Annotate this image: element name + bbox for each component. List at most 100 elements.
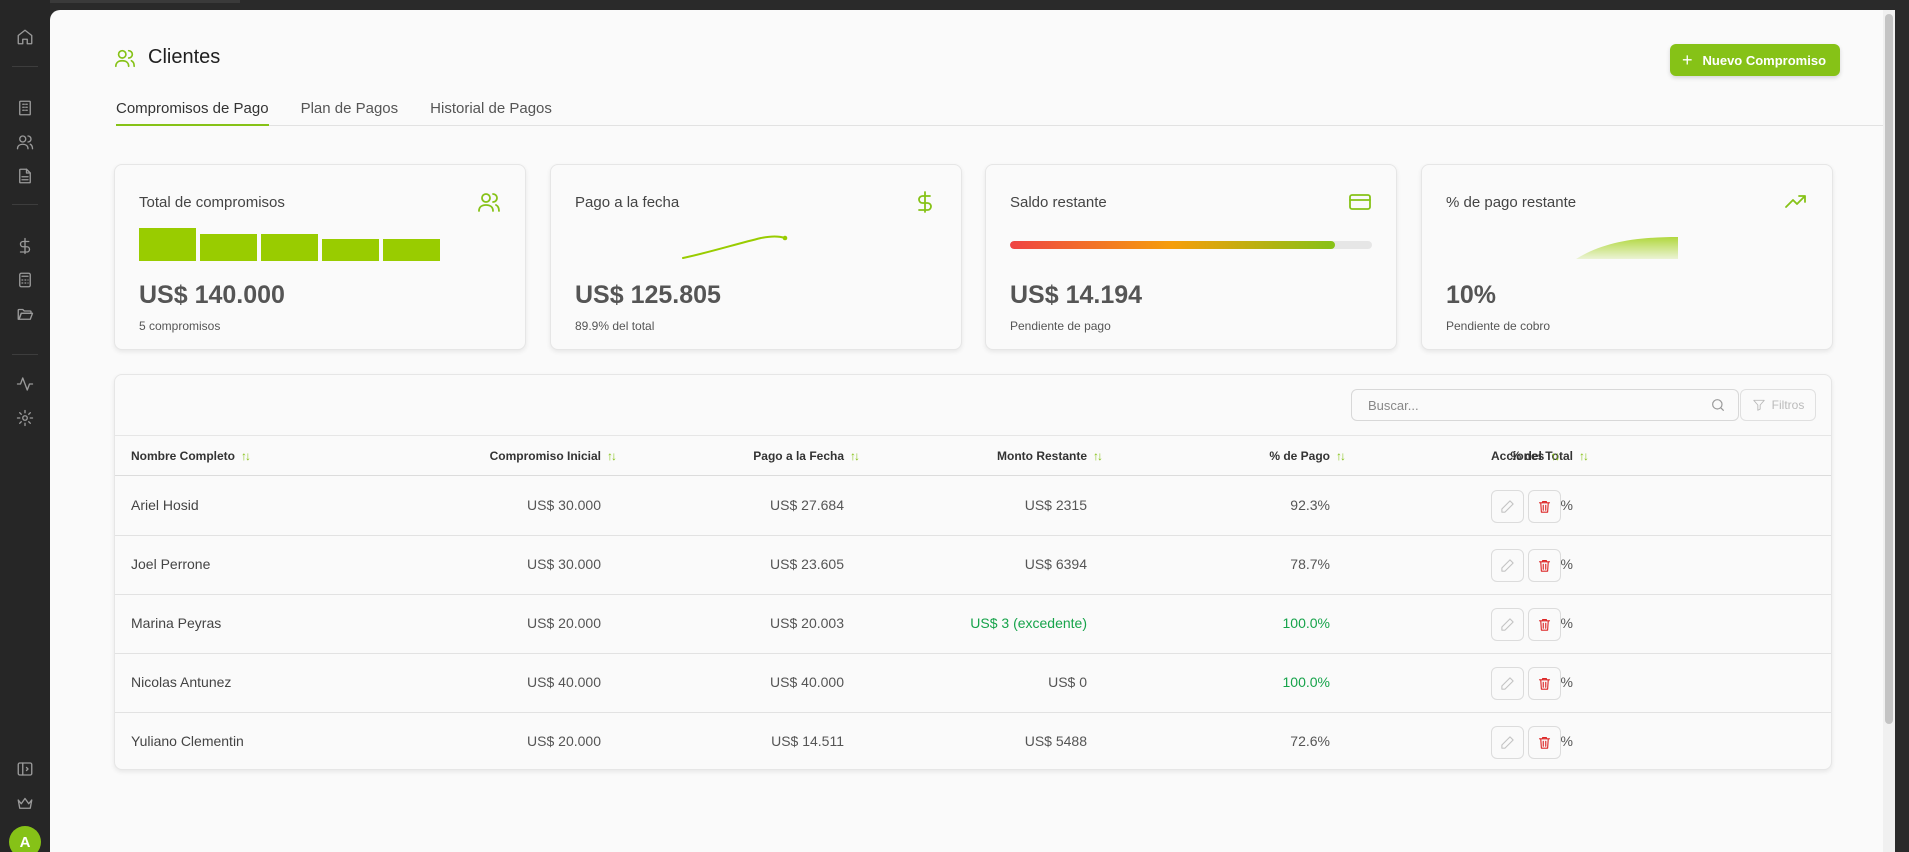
pencil-icon — [1501, 500, 1514, 513]
card-remaining-percent: % de pago restante 10% Pendiente de cobr… — [1421, 164, 1833, 350]
cell-name: Joel Perrone — [131, 556, 211, 572]
cell-pct-paid: 78.7% — [1290, 556, 1330, 572]
sparkline — [682, 235, 788, 259]
sort-icon: ↑↓ — [1579, 449, 1589, 463]
main-panel: Clientes + Nuevo Compromiso Compromisos … — [50, 10, 1895, 852]
new-commitment-label: Nuevo Compromiso — [1702, 52, 1827, 68]
column-header-paid[interactable]: Pago a la Fecha ↑↓ — [753, 449, 860, 463]
scrollbar-thumb[interactable] — [1885, 14, 1893, 724]
column-header-actions[interactable]: Acciones ↑↓ — [1491, 449, 1560, 463]
cell-name: Ariel Hosid — [131, 497, 199, 513]
plus-icon: + — [1682, 50, 1693, 70]
card-paid-to-date: Pago a la fecha US$ 125.805 89.9% del to… — [550, 164, 962, 350]
edit-button[interactable] — [1491, 726, 1524, 759]
trash-icon — [1538, 618, 1551, 631]
pencil-icon — [1501, 559, 1514, 572]
cell-initial: US$ 20.000 — [527, 733, 601, 749]
card-remaining-balance: Saldo restante US$ 14.194 Pendiente de p… — [985, 164, 1397, 350]
card-value: US$ 125.805 — [575, 281, 721, 309]
delete-button[interactable] — [1528, 726, 1561, 759]
users-icon — [477, 190, 501, 214]
cell-paid: US$ 14.511 — [771, 733, 844, 749]
column-header-remaining[interactable]: Monto Restante ↑↓ — [997, 449, 1103, 463]
trash-icon — [1538, 736, 1551, 749]
cell-paid: US$ 40.000 — [770, 674, 844, 690]
trash-icon — [1538, 559, 1551, 572]
card-title: Pago a la fecha — [575, 194, 680, 211]
cell-pct-paid: 92.3% — [1290, 497, 1330, 513]
cell-remaining: US$ 0 — [1048, 674, 1087, 690]
home-icon[interactable] — [13, 25, 37, 49]
users-icon[interactable] — [13, 130, 37, 154]
search-icon — [1712, 399, 1724, 411]
cell-pct-paid: 100.0% — [1282, 674, 1330, 690]
trash-icon — [1538, 500, 1551, 513]
edit-button[interactable] — [1491, 490, 1524, 523]
filter-icon — [1752, 399, 1765, 411]
delete-button[interactable] — [1528, 490, 1561, 523]
card-value: US$ 14.194 — [1010, 281, 1143, 309]
table-row[interactable]: Nicolas Antunez US$ 40.000 US$ 40.000 US$ 0… — [115, 654, 1831, 713]
area-sparkline — [1576, 237, 1678, 259]
cell-name: Nicolas Antunez — [131, 674, 232, 690]
activity-icon[interactable] — [13, 372, 37, 396]
mini-bar — [200, 234, 257, 261]
scrollbar[interactable] — [1883, 10, 1895, 852]
mini-bar — [383, 239, 440, 261]
delete-button[interactable] — [1528, 608, 1561, 641]
window-top-strip — [50, 0, 240, 3]
card-subtitle: 5 compromisos — [139, 319, 221, 333]
tab-bar: Compromisos de Pago Plan de Pagos Histor… — [116, 90, 1886, 126]
edit-button[interactable] — [1491, 667, 1524, 700]
dollar-icon — [913, 190, 937, 214]
search-input[interactable] — [1368, 397, 1710, 413]
avatar[interactable]: A — [9, 826, 41, 852]
tab-compromisos[interactable]: Compromisos de Pago — [116, 90, 269, 126]
delete-button[interactable] — [1528, 667, 1561, 700]
cell-remaining: US$ 5488 — [1024, 733, 1087, 749]
table-row[interactable]: Marina Peyras US$ 20.000 US$ 20.003 US$ 3 (… — [115, 595, 1831, 654]
tab-plan-de-pagos[interactable]: Plan de Pagos — [301, 90, 399, 126]
card-title: Saldo restante — [1010, 194, 1107, 211]
building-icon[interactable] — [13, 96, 37, 120]
panel-toggle-icon[interactable] — [13, 757, 37, 781]
column-label: Monto Restante — [997, 449, 1087, 463]
cell-initial: US$ 30.000 — [527, 497, 601, 513]
mini-bar — [261, 234, 318, 261]
sort-icon: ↑↓ — [607, 449, 617, 463]
column-header-name[interactable]: Nombre Completo ↑↓ — [131, 449, 251, 463]
column-label: Nombre Completo — [131, 449, 236, 463]
table-row[interactable]: Joel Perrone US$ 30.000 US$ 23.605 US$ 6394… — [115, 536, 1831, 595]
file-text-icon[interactable] — [13, 164, 37, 188]
column-header-pct-paid[interactable]: % de Pago ↑↓ — [1269, 449, 1346, 463]
cell-paid: US$ 20.003 — [770, 615, 844, 631]
pencil-icon — [1501, 618, 1514, 631]
edit-button[interactable] — [1491, 549, 1524, 582]
trash-icon — [1538, 677, 1551, 690]
table-header: Nombre Completo ↑↓ Compromiso Inicial ↑↓ P… — [115, 435, 1831, 476]
sort-icon: ↑↓ — [241, 449, 251, 463]
table-row[interactable]: Ariel Hosid US$ 30.000 US$ 27.684 US$ 2315 9… — [115, 477, 1831, 536]
cell-name: Marina Peyras — [131, 615, 222, 631]
cell-initial: US$ 40.000 — [527, 674, 601, 690]
page-title: Clientes — [148, 46, 221, 68]
table-row[interactable]: Yuliano Clementin US$ 20.000 US$ 14.511 US$… — [115, 713, 1831, 769]
sidebar-divider — [12, 354, 38, 355]
cell-remaining: US$ 3 (excedente) — [970, 615, 1087, 631]
column-header-initial[interactable]: Compromiso Inicial ↑↓ — [490, 449, 617, 463]
tab-historial[interactable]: Historial de Pagos — [430, 90, 552, 126]
edit-button[interactable] — [1491, 608, 1524, 641]
cell-paid: US$ 23.605 — [770, 556, 844, 572]
crown-icon[interactable] — [13, 791, 37, 815]
calculator-icon[interactable] — [13, 268, 37, 292]
card-value: US$ 140.000 — [139, 281, 285, 309]
cell-pct-paid: 100.0% — [1282, 615, 1330, 631]
settings-icon[interactable] — [13, 406, 37, 430]
card-subtitle: Pendiente de pago — [1010, 319, 1111, 333]
delete-button[interactable] — [1528, 549, 1561, 582]
folder-open-icon[interactable] — [13, 302, 37, 326]
filters-button[interactable]: Filtros — [1740, 389, 1816, 421]
dollar-icon[interactable] — [13, 234, 37, 258]
new-commitment-button[interactable]: + Nuevo Compromiso — [1670, 44, 1841, 76]
pencil-icon — [1501, 736, 1514, 749]
